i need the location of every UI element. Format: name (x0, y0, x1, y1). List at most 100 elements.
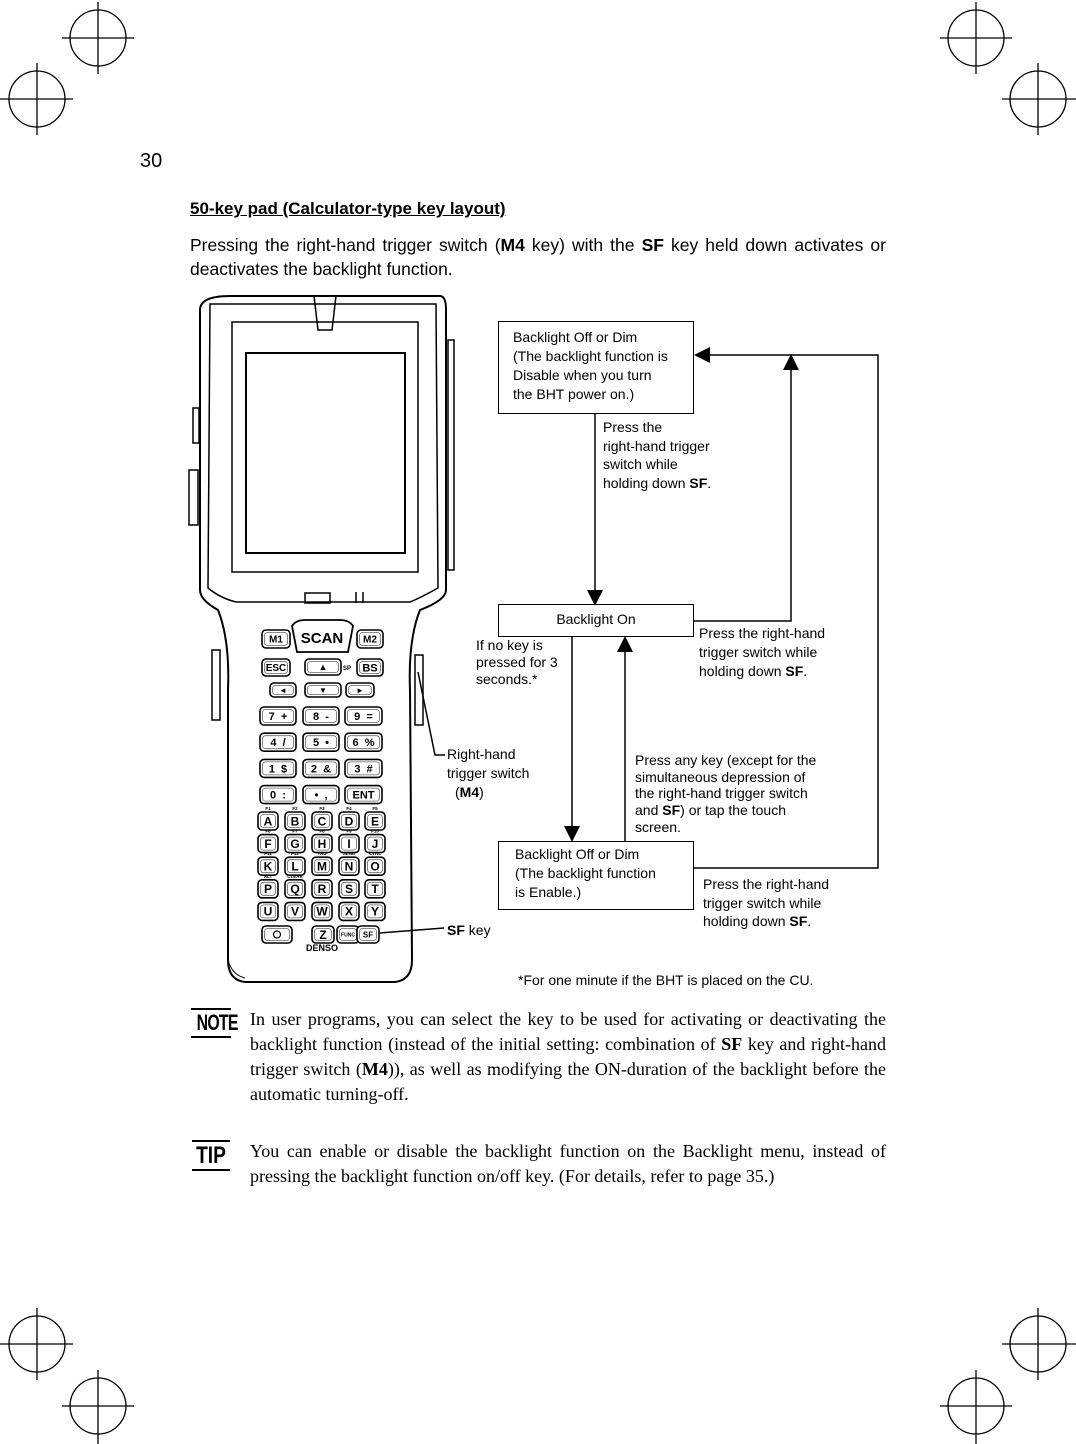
key-sub-label: F6 (265, 829, 271, 834)
state-note: is Enable.) (515, 884, 582, 900)
brand-logo: DENSO (306, 943, 338, 953)
key-letter: B (284, 811, 306, 831)
state-note: (The backlight function is (513, 348, 668, 364)
sf-key-ref: SF (689, 474, 708, 491)
sf-key-ref: SF (721, 1034, 743, 1054)
key-sub-label: F12 (291, 851, 299, 856)
label-text: and (635, 802, 663, 819)
label-text: holding down SF. (703, 913, 812, 929)
state-backlight-on: Backlight On (498, 604, 694, 637)
key-letter: C (311, 811, 333, 831)
key-num: 5 • (302, 732, 340, 753)
trigger-switch-callout: Right-hand trigger switch (M4) (447, 746, 529, 801)
key-label: C (318, 814, 327, 828)
key-esc: ESC (261, 658, 291, 677)
key-label: O (370, 860, 379, 874)
footnote: *For one minute if the BHT is placed on … (518, 972, 814, 988)
key-label: Z (319, 928, 326, 942)
key-letter: G (284, 833, 306, 854)
key-num: 6 % (344, 732, 383, 753)
label-text: ) or tap the touch (680, 802, 786, 819)
key-num: 4 / (259, 732, 297, 753)
state-title: Backlight Off or Dim (513, 329, 638, 345)
key-letter: F (257, 833, 279, 854)
transition-label-press-right-bottom: Press the right-hand trigger switch whil… (703, 875, 829, 931)
key-label: SF (363, 930, 373, 939)
key-sf: SF (356, 925, 380, 944)
key-label: ▲ (319, 662, 328, 672)
key-sub-label: F7 (292, 829, 298, 834)
key-label: 5 • (313, 737, 329, 749)
note-paragraph: In user programs, you can select the key… (250, 1007, 886, 1107)
key-sub-label: F3 (319, 806, 325, 811)
key-sub-label: F9 (346, 829, 352, 834)
label-text: Press the (603, 419, 663, 435)
key-label: U (264, 905, 273, 919)
key-z: Z (311, 925, 335, 944)
note-icon-label: NOTE (196, 1010, 239, 1035)
key-bs: BS (356, 658, 384, 677)
callout-text: key (464, 922, 491, 938)
key-letter: X (338, 901, 360, 922)
key-num: • , (302, 784, 340, 805)
label-text: holding down (703, 913, 790, 929)
state-backlight-off-initial: Backlight Off or Dim (The backlight func… (498, 321, 694, 414)
key-letter: K (257, 856, 279, 877)
key-label: M (317, 860, 327, 874)
label-text: Press any key (except for the (635, 752, 817, 768)
label-text: switch while (603, 456, 678, 472)
key-label: ESC (266, 663, 287, 674)
key-letter: R (311, 878, 333, 899)
state-note: Disable when you turn (513, 367, 652, 383)
key-func: FUNC (336, 925, 360, 944)
key-label: 1 $ (269, 763, 287, 775)
label-text: right-hand trigger (603, 437, 710, 454)
key-num: 1 $ (259, 758, 297, 779)
key-letter: U (257, 901, 279, 922)
label-text: trigger switch while (703, 894, 822, 911)
key-sub-label: F8 (319, 829, 325, 834)
key-label: ► (356, 686, 364, 695)
key-m2: M2 (356, 629, 384, 649)
key-label: F (264, 837, 271, 851)
note-icon: NOTE (191, 1008, 239, 1038)
sf-key-ref: SF (785, 663, 804, 679)
key-label: ◄ (279, 686, 287, 695)
key-sub-label: F5 (372, 806, 378, 811)
key-m1: M1 (261, 629, 291, 649)
label-text: pressed for 3 (476, 654, 558, 670)
label-text: and SF) or tap the touch (635, 802, 816, 819)
label-text: screen. (635, 818, 681, 835)
key-label: • , (314, 790, 327, 802)
sf-key-ref: SF (789, 913, 808, 929)
label-text: holding down SF. (603, 474, 712, 491)
key-left: ◄ (269, 682, 297, 698)
key-label: FUNC (341, 932, 355, 938)
key-label: M2 (363, 635, 377, 646)
sf-key-ref: SF (447, 922, 465, 938)
key-letter: V (284, 901, 306, 922)
key-letter: D (338, 811, 360, 831)
transition-label-press-right-mid: Press the right-hand trigger switch whil… (699, 624, 825, 681)
label-text: trigger switch while (699, 644, 818, 660)
callout-text: trigger switch (447, 765, 530, 781)
key-num: 0 : (259, 784, 297, 805)
key-num: ENT (344, 784, 383, 805)
key-letter: P (257, 878, 279, 899)
key-num: 3 # (344, 758, 383, 779)
callout-text: (M4) (455, 784, 484, 800)
transition-label-press-any: Press any key (except for the simultaneo… (635, 752, 816, 836)
key-label: 7 + (269, 711, 288, 723)
key-letter: T (364, 878, 386, 899)
key-label: 4 / (270, 737, 285, 749)
key-label: N (345, 860, 354, 874)
key-label: A (264, 814, 273, 828)
key-label: 9 = (354, 711, 373, 723)
arrow-left-icon (694, 347, 710, 363)
key-num: 7 + (259, 706, 297, 726)
key-sub-label: ALT (264, 874, 273, 879)
key-label: ▼ (319, 686, 327, 695)
key-power (261, 925, 293, 944)
tip-icon-label: TIP (196, 1142, 226, 1169)
key-label: 0 : (270, 790, 286, 802)
